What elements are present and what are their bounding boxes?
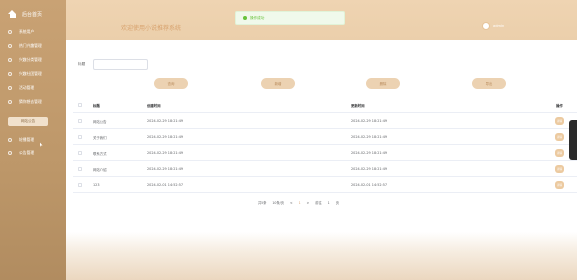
- cell-updated: 2024-02-01 14:52:57: [351, 183, 388, 187]
- search-input[interactable]: [93, 59, 148, 70]
- row-checkbox[interactable]: [78, 167, 82, 171]
- success-toast: 操作成功: [235, 11, 345, 25]
- add-button[interactable]: 新增: [261, 78, 295, 89]
- table-header-row: 标题 创建时间 更新时间 操作: [73, 97, 577, 113]
- sidebar-item-hot-interest[interactable]: 热门兴趣管理: [8, 43, 42, 49]
- row-checkbox[interactable]: [78, 151, 82, 155]
- sidebar-item-interest-category[interactable]: 兴趣分类管理: [8, 57, 42, 63]
- sidebar-item-label: 网站公告: [20, 119, 36, 123]
- sidebar-item-recommend[interactable]: 猜你想去管理: [8, 99, 42, 105]
- table-row: 网站介绍 2024-02-29 18:21:49 2024-02-29 18:2…: [73, 161, 577, 177]
- pagination-total: 共5条: [258, 201, 267, 205]
- menu-dot-icon: [8, 138, 12, 142]
- menu-dot-icon: [8, 30, 12, 34]
- cell-created: 2024-02-01 14:52:57: [147, 183, 184, 187]
- cell-created: 2024-02-29 18:21:49: [147, 167, 184, 171]
- cell-updated: 2024-02-29 18:21:49: [351, 135, 388, 139]
- home-icon: [8, 10, 17, 18]
- success-icon: [243, 16, 247, 20]
- menu-dot-icon: [8, 58, 12, 62]
- query-button[interactable]: 查询: [154, 78, 188, 89]
- delete-button[interactable]: 删除: [366, 78, 400, 89]
- goto-label: 前往: [315, 201, 322, 205]
- cell-title: 网站公告: [93, 120, 107, 124]
- menu-dot-icon: [8, 72, 12, 76]
- page-size-select[interactable]: 10条/页: [272, 200, 284, 205]
- row-detail-button[interactable]: 详情: [555, 165, 564, 173]
- cell-updated: 2024-02-29 18:21:49: [351, 151, 388, 155]
- sidebar-item-carousel[interactable]: 轮播管理: [8, 137, 34, 143]
- pagination: 共5条 10条/页 < 1 > 前往 1 页: [258, 200, 345, 206]
- row-checkbox[interactable]: [78, 119, 82, 123]
- row-detail-button[interactable]: 详情: [555, 117, 564, 125]
- side-scroll-handle[interactable]: [569, 120, 577, 160]
- row-detail-button[interactable]: 详情: [555, 181, 564, 189]
- table-row: 123 2024-02-01 14:52:57 2024-02-01 14:52…: [73, 177, 577, 193]
- cell-title: 联系方式: [93, 152, 107, 156]
- sidebar-brand-label: 后台首页: [22, 11, 43, 18]
- export-button[interactable]: 导出: [472, 78, 506, 89]
- page-number[interactable]: 1: [299, 201, 301, 205]
- column-header-updated[interactable]: 更新时间: [351, 103, 365, 108]
- sidebar-item-system-users[interactable]: 系统用户: [8, 29, 34, 35]
- menu-dot-icon: [8, 44, 12, 48]
- avatar[interactable]: [482, 22, 490, 30]
- cell-created: 2024-02-29 18:21:49: [147, 151, 184, 155]
- sidebar-item-label: 兴趣社团管理: [19, 71, 42, 76]
- sidebar-item-site-notice[interactable]: 网站公告: [8, 117, 48, 126]
- next-page-button[interactable]: >: [307, 201, 310, 205]
- sidebar-brand[interactable]: 后台首页: [8, 10, 42, 18]
- table-row: 网站公告 2024-02-29 18:21:49 2024-02-29 18:2…: [73, 113, 577, 129]
- row-detail-button[interactable]: 详情: [555, 133, 564, 141]
- column-header-created[interactable]: 创建时间: [147, 103, 161, 108]
- cell-title: 网站介绍: [93, 168, 107, 172]
- row-detail-button[interactable]: 详情: [555, 149, 564, 157]
- toast-text: 操作成功: [250, 15, 265, 20]
- row-checkbox[interactable]: [78, 183, 82, 187]
- table-row: 关于我们 2024-02-29 18:21:49 2024-02-29 18:2…: [73, 129, 577, 145]
- sidebar-item-interest-club[interactable]: 兴趣社团管理: [8, 71, 42, 77]
- row-checkbox[interactable]: [78, 135, 82, 139]
- user-menu[interactable]: admin: [482, 22, 504, 30]
- goto-input[interactable]: 1: [328, 201, 330, 205]
- sidebar-item-announcement[interactable]: 公告管理: [8, 150, 34, 156]
- cell-updated: 2024-02-29 18:21:49: [351, 119, 388, 123]
- user-name: admin: [493, 24, 505, 28]
- sidebar-item-activity[interactable]: 活动管理: [8, 85, 34, 91]
- column-header-actions: 操作: [556, 104, 563, 108]
- cell-updated: 2024-02-29 18:21:49: [351, 167, 388, 171]
- sidebar-item-label: 系统用户: [19, 29, 35, 34]
- cell-created: 2024-02-29 18:21:49: [147, 119, 184, 123]
- sidebar-item-label: 活动管理: [19, 85, 35, 90]
- cell-created: 2024-02-29 18:21:49: [147, 135, 184, 139]
- column-header-title[interactable]: 标题: [93, 103, 100, 108]
- sidebar-item-label: 热门兴趣管理: [19, 43, 42, 48]
- sidebar-item-label: 公告管理: [19, 150, 35, 155]
- search-label: 标题: [78, 62, 86, 66]
- table-row: 联系方式 2024-02-29 18:21:49 2024-02-29 18:2…: [73, 145, 577, 161]
- menu-dot-icon: [8, 86, 12, 90]
- sidebar-item-label: 轮播管理: [19, 137, 35, 142]
- sidebar: 后台首页 系统用户 热门兴趣管理 兴趣分类管理 兴趣社团管理 活动管理 猜你想去…: [0, 0, 66, 280]
- sidebar-item-label: 猜你想去管理: [19, 99, 42, 104]
- cell-title: 关于我们: [93, 136, 107, 140]
- menu-dot-icon: [8, 100, 12, 104]
- mouse-cursor-icon: [39, 142, 43, 147]
- prev-page-button[interactable]: <: [290, 201, 293, 205]
- menu-dot-icon: [8, 151, 12, 155]
- page-unit-label: 页: [335, 201, 339, 205]
- cell-title: 123: [93, 183, 100, 187]
- page-title: 欢迎使用小说推荐系统: [121, 25, 182, 32]
- sidebar-item-label: 兴趣分类管理: [19, 57, 42, 62]
- select-all-checkbox[interactable]: [78, 103, 82, 107]
- footer-background: [66, 232, 577, 280]
